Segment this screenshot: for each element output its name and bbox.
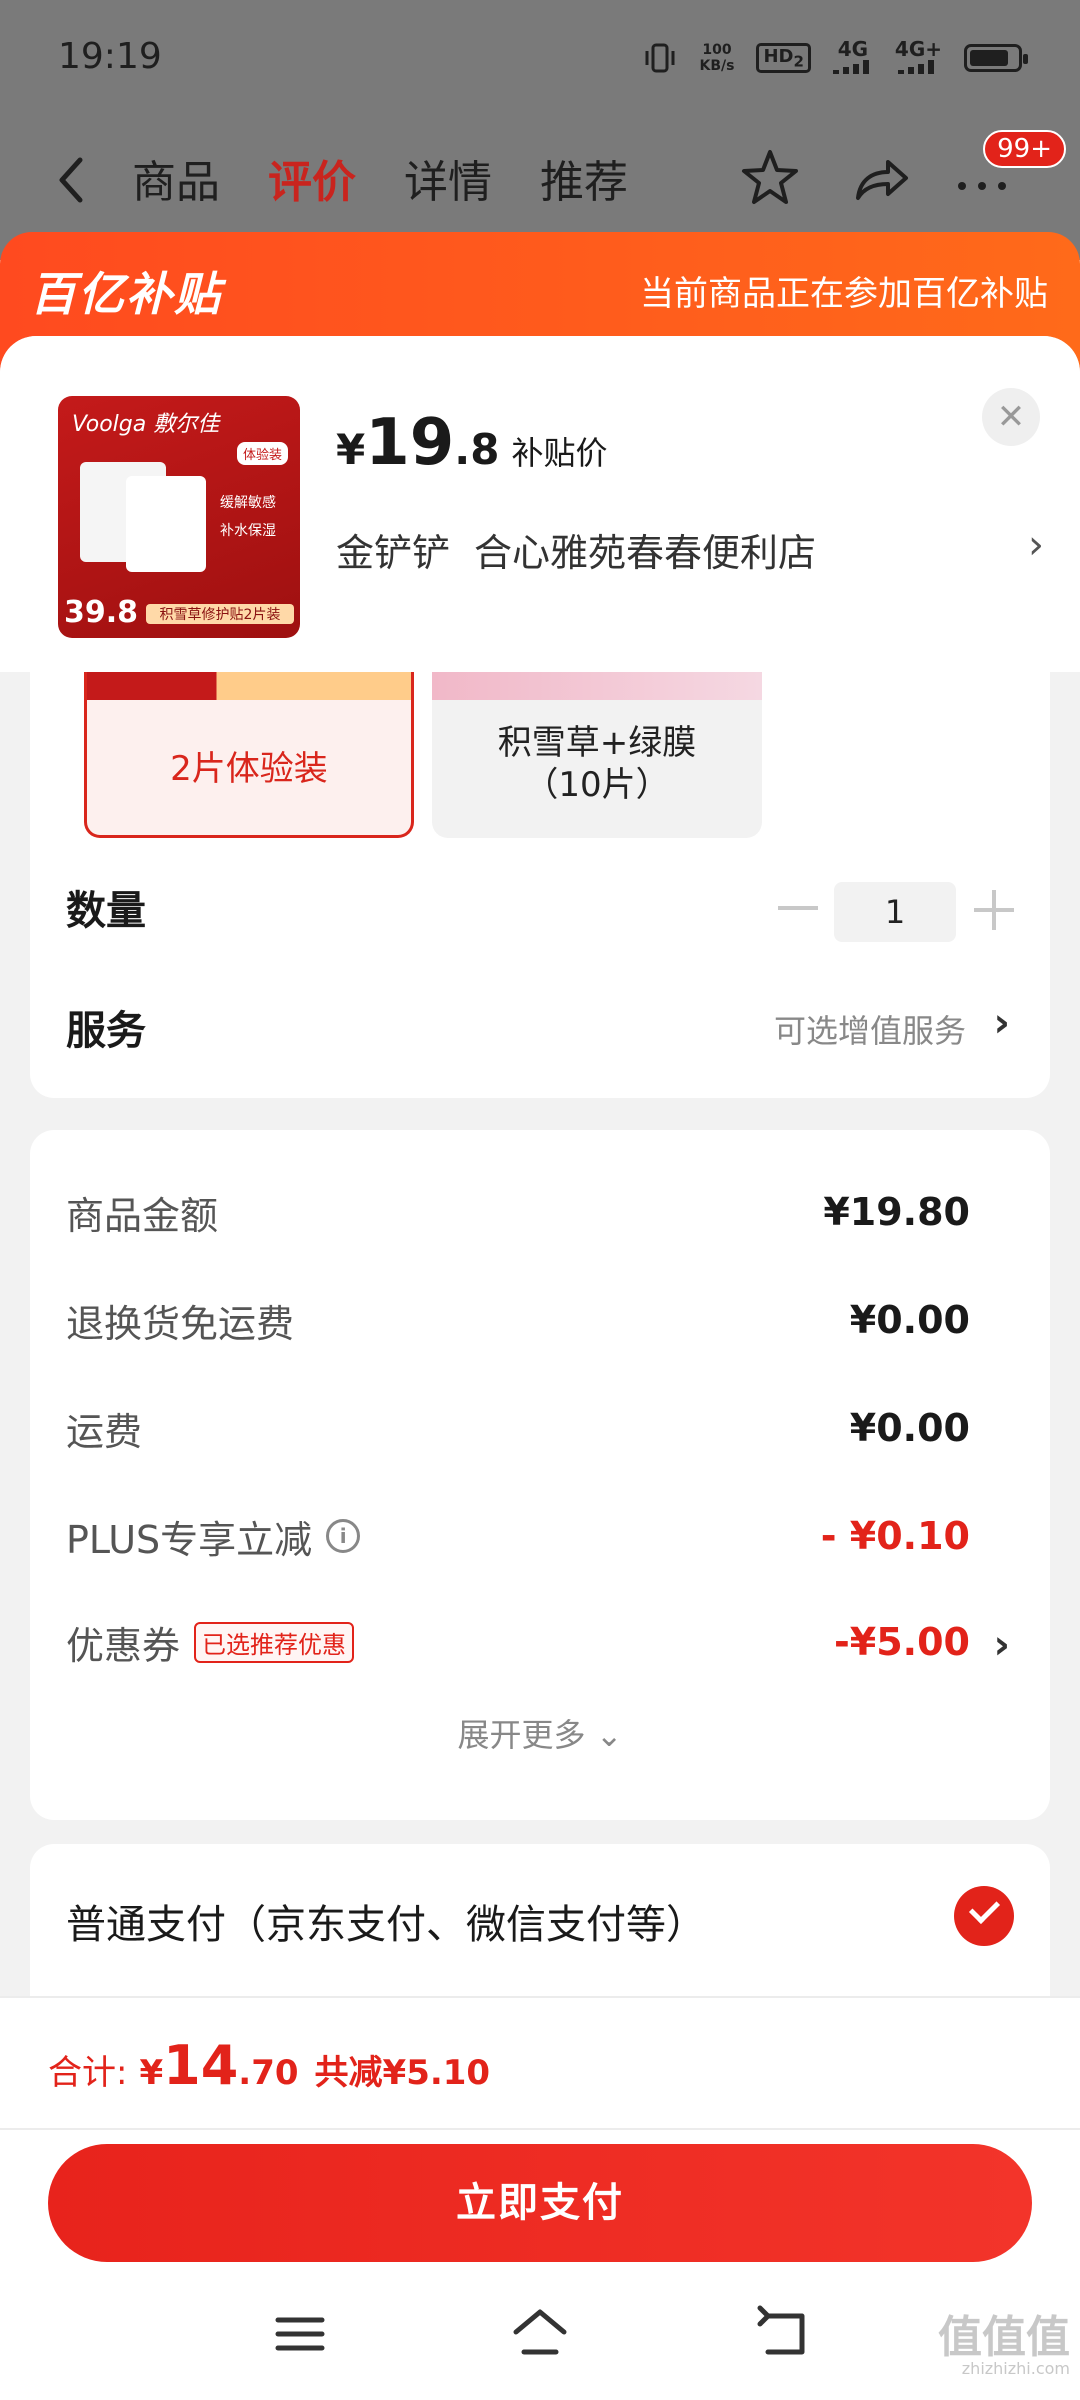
- signal-4g-plus-icon: 4G+: [895, 39, 942, 76]
- shop-name: 合心雅苑春春便利店: [474, 531, 817, 575]
- thumb-brand: Voolga 敷尔佳: [72, 412, 220, 437]
- product-summary: Voolga 敷尔佳 体验装 缓解敏感 补水保湿 39.8 积雪草修护贴2片装 …: [0, 336, 1080, 672]
- info-icon[interactable]: i: [326, 1519, 361, 1553]
- subsidy-logo: 百亿补贴: [30, 267, 222, 321]
- checkmark-icon[interactable]: [954, 1886, 1014, 1946]
- thumb-bullet: 补水保湿: [220, 523, 276, 539]
- product-thumbnail: Voolga 敷尔佳 体验装 缓解敏感 补水保湿 39.8 积雪草修护贴2片装: [58, 396, 300, 638]
- subsidy-price: ¥ 19 .8 补贴价: [336, 406, 608, 480]
- price-note: 补贴价: [511, 434, 608, 472]
- expand-more-button[interactable]: 展开更多 ⌄: [30, 1710, 1050, 1756]
- thumb-package: [126, 476, 206, 572]
- chevron-down-icon: ⌄: [595, 1716, 623, 1754]
- service-label: 服务: [66, 1008, 146, 1054]
- thumb-tag: 体验装: [236, 442, 288, 465]
- tab-recommend[interactable]: 推荐: [540, 146, 628, 210]
- pay-now-button[interactable]: 立即支付: [48, 2144, 1032, 2262]
- tab-details[interactable]: 详情: [404, 146, 492, 210]
- option-10-piece[interactable]: 积雪草+绿膜 （10片）: [432, 672, 762, 838]
- chevron-right-icon[interactable]: ›: [1028, 522, 1044, 568]
- hd-icon: HD2: [756, 42, 811, 74]
- nav-tabs: 商品 评价 详情 推荐: [132, 146, 628, 210]
- status-icons: 100 KB/s HD2 4G 4G+: [643, 39, 1028, 76]
- price-line-goods: 商品金额 ¥19.80: [66, 1190, 970, 1238]
- back-icon[interactable]: [52, 150, 92, 210]
- close-button[interactable]: ✕: [982, 388, 1040, 446]
- option-2-piece-trial[interactable]: 2片体验装: [84, 672, 414, 838]
- shop-level: 金铲铲: [336, 531, 451, 575]
- status-time: 19:19: [58, 36, 162, 77]
- service-value[interactable]: 可选增值服务: [774, 1006, 966, 1052]
- price-line-coupon[interactable]: 优惠券 已选推荐优惠 -¥5.00: [66, 1612, 970, 1672]
- signal-4g-icon: 4G: [832, 39, 873, 76]
- quantity-minus-button[interactable]: [778, 906, 818, 910]
- net-speed: 100 KB/s: [699, 42, 735, 74]
- payment-method-label: 普通支付（京东支付、微信支付等）: [66, 1902, 706, 1948]
- divider: [0, 2128, 1080, 2130]
- quantity-label: 数量: [66, 888, 146, 934]
- watermark: 值值值 zhizhizhi.com: [938, 2312, 1070, 2378]
- tab-product[interactable]: 商品: [132, 146, 220, 210]
- price-breakdown-card: 商品金额 ¥19.80 退换货免运费 ¥0.00 运费 ¥0.00 PLUS专享…: [30, 1130, 1050, 1820]
- battery-icon: [964, 44, 1028, 72]
- option-image: [432, 672, 762, 700]
- share-icon[interactable]: [848, 146, 912, 210]
- chevron-right-icon[interactable]: ›: [994, 1000, 1010, 1046]
- star-icon[interactable]: [738, 146, 802, 210]
- subsidy-text: 当前商品正在参加百亿补贴: [640, 274, 1048, 314]
- option-label: 2片体验装: [170, 749, 328, 789]
- shop-row[interactable]: 金铲铲 合心雅苑春春便利店: [336, 522, 816, 577]
- option-image: [87, 672, 411, 700]
- options-card: 2片体验装 积雪草+绿膜 （10片） 数量 1 服务 可选增值服务 ›: [30, 672, 1050, 1098]
- coupon-tag: 已选推荐优惠: [194, 1621, 355, 1663]
- quantity-input[interactable]: 1: [834, 882, 956, 942]
- price-line-return-shipping: 退换货免运费 ¥0.00: [66, 1298, 970, 1346]
- close-icon: ✕: [996, 397, 1026, 437]
- quantity-plus-button[interactable]: [974, 890, 1014, 930]
- price-line-plus-discount: PLUS专享立减 i - ¥0.10: [66, 1514, 970, 1562]
- product-nav-bar: 商品 评价 详情 推荐 99+: [0, 130, 1080, 230]
- notification-badge: 99+: [983, 130, 1066, 168]
- back-nav-icon[interactable]: [752, 2304, 812, 2364]
- tab-reviews[interactable]: 评价: [268, 146, 356, 210]
- checkout-bar: 合计: ¥ 14 .70 共减¥5.10 立即支付 值值值 zhizhizhi.c…: [0, 1996, 1080, 2400]
- home-icon[interactable]: [510, 2304, 570, 2364]
- total-saved: 共减¥5.10: [314, 2053, 491, 2093]
- menu-icon[interactable]: [270, 2304, 330, 2364]
- vibrate-icon: [645, 43, 675, 73]
- status-bar: 19:19 100 KB/s HD2 4G 4G+: [0, 0, 1080, 120]
- total-price: 合计: ¥ 14 .70 共减¥5.10: [48, 2034, 491, 2097]
- thumb-label: 积雪草修护贴2片装: [146, 604, 294, 624]
- chevron-right-icon[interactable]: ›: [994, 1622, 1010, 1668]
- thumb-bullet: 缓解敏感: [220, 495, 276, 511]
- price-line-shipping: 运费 ¥0.00: [66, 1406, 970, 1454]
- thumb-price: 39.8: [64, 595, 139, 630]
- option-label: 积雪草+绿膜 （10片）: [497, 723, 697, 805]
